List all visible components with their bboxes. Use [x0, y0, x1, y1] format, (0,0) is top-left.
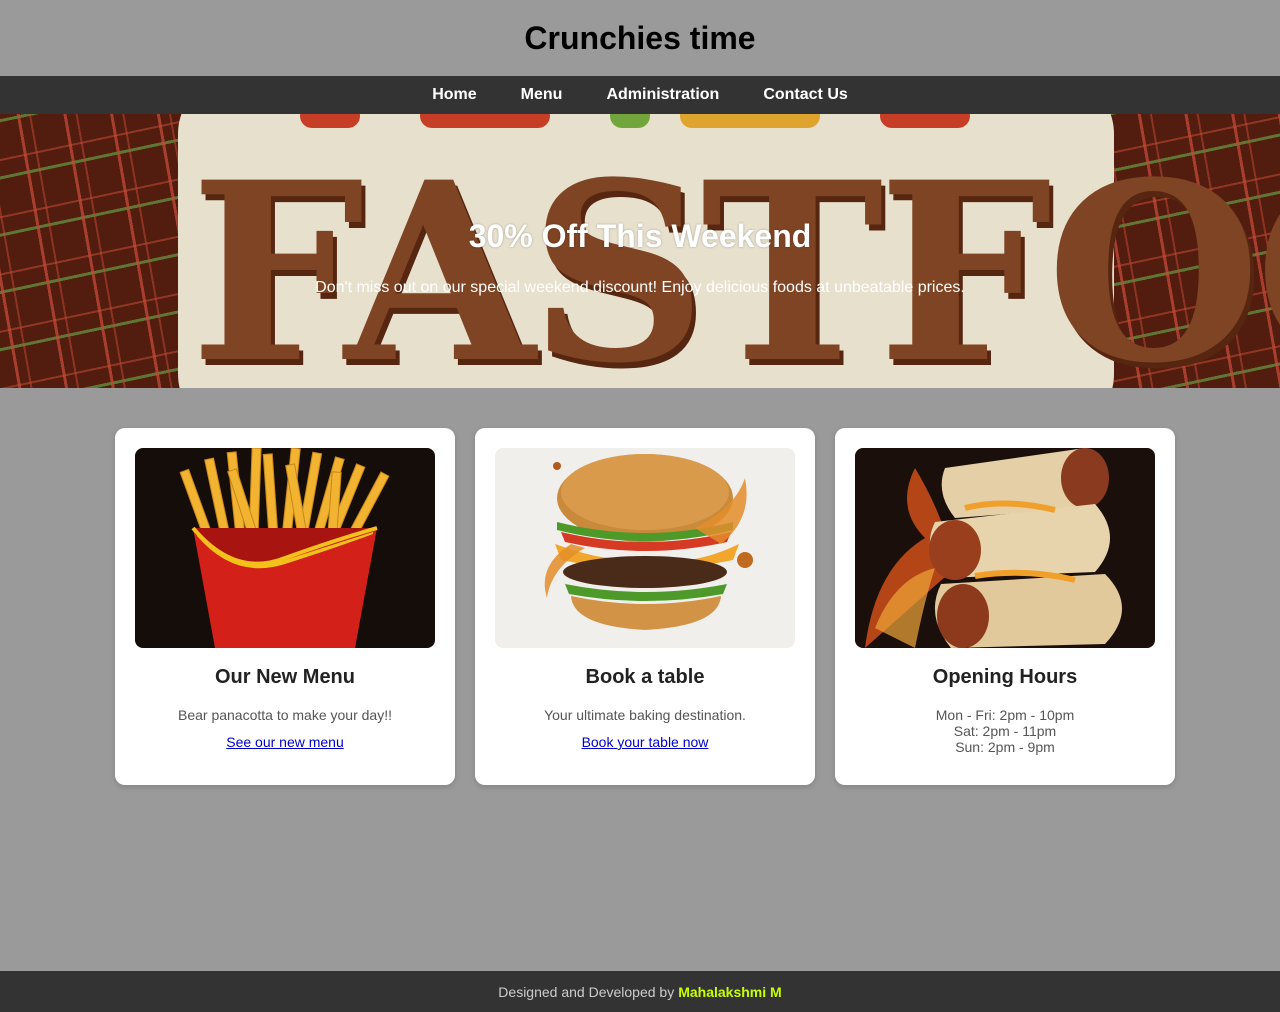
- card-book-table: Book a table Your ultimate baking destin…: [475, 428, 815, 785]
- hours-weekdays: Mon - Fri: 2pm - 10pm: [935, 707, 1075, 723]
- card-title: Opening Hours: [932, 666, 1078, 688]
- nav-home[interactable]: Home: [410, 76, 498, 114]
- footer-author: Mahalakshmi M: [678, 983, 782, 1000]
- burrito-icon: [855, 448, 1155, 648]
- card-opening-hours: Opening Hours Mon - Fri: 2pm - 10pm Sat:…: [835, 428, 1175, 785]
- card-text: Your ultimate baking destination.: [544, 707, 746, 723]
- card-title: Book a table: [585, 666, 705, 688]
- card-text: Bear panacotta to make your day!!: [177, 707, 392, 723]
- site-title: Crunchies time: [524, 19, 756, 56]
- hero-text: Don't miss out on our special weekend di…: [315, 279, 965, 296]
- hours-sunday: Sun: 2pm - 9pm: [955, 739, 1055, 755]
- opening-hours-list: Mon - Fri: 2pm - 10pm Sat: 2pm - 11pm Su…: [855, 707, 1155, 755]
- fries-icon: [135, 448, 435, 648]
- book-table-link[interactable]: Book your table now: [582, 734, 709, 750]
- footer-credit-prefix: Designed and Developed by: [498, 983, 675, 1000]
- see-menu-link[interactable]: See our new menu: [226, 734, 344, 750]
- burrito-illustration: [865, 448, 1122, 648]
- burger-icon: [495, 448, 795, 648]
- site-footer: Designed and Developed by Mahalakshmi M: [0, 971, 1280, 1012]
- hero-content: 30% Off This Weekend Don't miss out on o…: [0, 218, 1280, 297]
- burger-illustration: [544, 454, 753, 630]
- nav-contact-us[interactable]: Contact Us: [741, 76, 869, 114]
- card-title: Our New Menu: [214, 666, 355, 688]
- site-header: Crunchies time: [0, 0, 1280, 76]
- nav-administration[interactable]: Administration: [584, 76, 741, 114]
- nav-menu[interactable]: Menu: [499, 76, 585, 114]
- hero-title: 30% Off This Weekend: [468, 218, 812, 254]
- cards-container: Our New Menu Bear panacotta to make your…: [115, 428, 1175, 785]
- main-nav: Home Menu Administration Contact Us: [0, 76, 1280, 114]
- hours-saturday: Sat: 2pm - 11pm: [953, 723, 1057, 739]
- fries-illustration: [179, 448, 390, 648]
- card-new-menu: Our New Menu Bear panacotta to make your…: [115, 428, 455, 785]
- hero-banner: FASTFOOD 30% Off This Weekend Don't miss…: [0, 114, 1280, 388]
